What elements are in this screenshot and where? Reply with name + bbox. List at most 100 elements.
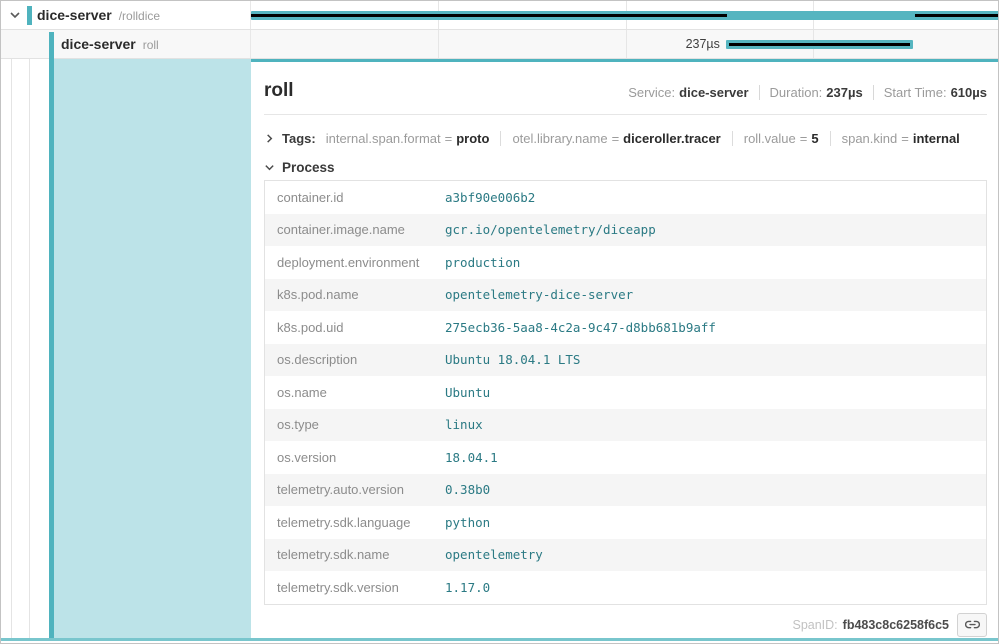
kv-key: k8s.pod.uid — [265, 320, 445, 335]
service-color-block — [49, 32, 54, 59]
operation-name: roll — [143, 38, 159, 52]
kv-value: Ubuntu — [445, 385, 490, 400]
duration-label: Duration: — [770, 85, 823, 100]
kv-key: os.name — [265, 385, 445, 400]
timeline-tick — [626, 30, 627, 58]
tags-label: Tags: — [282, 131, 316, 146]
kv-value: 18.04.1 — [445, 450, 498, 465]
kv-key: os.description — [265, 352, 445, 367]
service-name: dice-server — [61, 36, 136, 52]
meta-separator — [873, 85, 874, 100]
tag-equals: = — [800, 131, 808, 146]
span-name[interactable]: dice-server/rolldice — [37, 7, 160, 23]
trace-row-roll-name-cell[interactable]: dice-server roll — [1, 30, 251, 58]
trace-row-rolldice[interactable]: dice-server/rolldice — [1, 1, 998, 30]
table-row: os.version18.04.1 — [265, 441, 986, 474]
start-time-label: Start Time: — [884, 85, 947, 100]
kv-key: os.version — [265, 450, 445, 465]
kv-key: telemetry.sdk.name — [265, 547, 445, 562]
span-name[interactable]: dice-server roll — [61, 36, 159, 52]
child-span-indicator — [251, 14, 727, 17]
span-tree-gutter — [1, 59, 251, 638]
selected-span-highlight — [54, 59, 251, 638]
link-icon — [965, 617, 980, 632]
process-section-header[interactable]: Process — [264, 149, 987, 177]
jaeger-span-detail-view: dice-server/rolldice dice-server roll 237… — [0, 0, 999, 644]
spanid-label: SpanID: — [792, 618, 837, 632]
kv-key: telemetry.sdk.version — [265, 580, 445, 595]
tags-summary-row[interactable]: Tags: internal.span.format = proto otel.… — [264, 115, 987, 149]
kv-key: k8s.pod.name — [265, 287, 445, 302]
indent-guide — [29, 59, 30, 638]
process-label: Process — [282, 160, 335, 175]
tag-value: diceroller.tracer — [623, 131, 721, 146]
tag-separator — [732, 131, 733, 146]
service-color-block — [27, 6, 32, 25]
kv-key: container.id — [265, 190, 445, 205]
kv-value: opentelemetry — [445, 547, 543, 562]
table-row: os.typelinux — [265, 409, 986, 442]
tag-key: roll.value — [744, 131, 796, 146]
copy-span-link-button[interactable] — [957, 613, 987, 637]
chevron-right-icon[interactable] — [264, 133, 275, 144]
trace-row-rolldice-name-cell[interactable]: dice-server/rolldice — [1, 1, 251, 29]
chevron-down-icon[interactable] — [9, 9, 21, 21]
start-time-value: 610µs — [951, 85, 987, 100]
table-row: telemetry.sdk.version1.17.0 — [265, 571, 986, 604]
kv-value: opentelemetry-dice-server — [445, 287, 633, 302]
spanid-value: fb483c8c6258f6c5 — [843, 618, 949, 632]
kv-value: Ubuntu 18.04.1 LTS — [445, 352, 580, 367]
span-meta: Service: dice-server Duration: 237µs Sta… — [628, 85, 987, 100]
table-row: k8s.pod.nameopentelemetry-dice-server — [265, 279, 986, 312]
service-label: Service: — [628, 85, 675, 100]
table-row: container.ida3bf90e006b2 — [265, 181, 986, 214]
span-detail-header: roll Service: dice-server Duration: 237µ… — [264, 62, 987, 115]
kv-value: gcr.io/opentelemetry/diceapp — [445, 222, 656, 237]
tag-value: 5 — [811, 131, 818, 146]
tag-separator — [830, 131, 831, 146]
tag-equals: = — [901, 131, 909, 146]
kv-value: 1.17.0 — [445, 580, 490, 595]
self-time-indicator — [729, 43, 910, 46]
span-title: roll — [264, 80, 294, 102]
tag-key: span.kind — [842, 131, 898, 146]
table-row: container.image.namegcr.io/opentelemetry… — [265, 214, 986, 247]
table-row: os.descriptionUbuntu 18.04.1 LTS — [265, 344, 986, 377]
table-row: k8s.pod.uid275ecb36-5aa8-4c2a-9c47-d8bb6… — [265, 311, 986, 344]
kv-value: a3bf90e006b2 — [445, 190, 535, 205]
kv-value: 0.38b0 — [445, 482, 490, 497]
table-row: telemetry.sdk.nameopentelemetry — [265, 539, 986, 572]
kv-value: production — [445, 255, 520, 270]
duration-value: 237µs — [826, 85, 862, 100]
span-detail-footer: SpanID: fb483c8c6258f6c5 — [264, 613, 987, 637]
tag-separator — [500, 131, 501, 146]
span-bar-roll[interactable] — [726, 40, 913, 49]
process-kv-table: container.ida3bf90e006b2 container.image… — [264, 180, 987, 605]
tag-equals: = — [445, 131, 453, 146]
indent-guide — [11, 59, 12, 638]
table-row: deployment.environmentproduction — [265, 246, 986, 279]
kv-key: telemetry.sdk.language — [265, 515, 445, 530]
span-duration-label: 237µs — [686, 37, 720, 51]
tag-equals: = — [612, 131, 620, 146]
chevron-down-icon[interactable] — [264, 162, 275, 173]
selected-span-bottom-accent — [1, 638, 998, 641]
service-value: dice-server — [679, 85, 748, 100]
operation-name: /rolldice — [119, 9, 160, 23]
tag-key: otel.library.name — [512, 131, 607, 146]
kv-key: deployment.environment — [265, 255, 445, 270]
kv-value: 275ecb36-5aa8-4c2a-9c47-d8bb681b9aff — [445, 320, 716, 335]
trace-row-roll-timeline[interactable]: 237µs — [251, 30, 999, 58]
kv-value: python — [445, 515, 490, 530]
kv-key: container.image.name — [265, 222, 445, 237]
service-name: dice-server — [37, 7, 112, 23]
table-row: telemetry.sdk.languagepython — [265, 506, 986, 539]
trace-row-rolldice-timeline[interactable] — [251, 1, 999, 29]
meta-separator — [759, 85, 760, 100]
span-bar-rolldice[interactable] — [251, 11, 999, 20]
kv-key: telemetry.auto.version — [265, 482, 445, 497]
tag-value: internal — [913, 131, 960, 146]
kv-value: linux — [445, 417, 483, 432]
timeline-tick — [438, 30, 439, 58]
trace-row-roll-selected[interactable]: dice-server roll 237µs — [1, 30, 998, 59]
